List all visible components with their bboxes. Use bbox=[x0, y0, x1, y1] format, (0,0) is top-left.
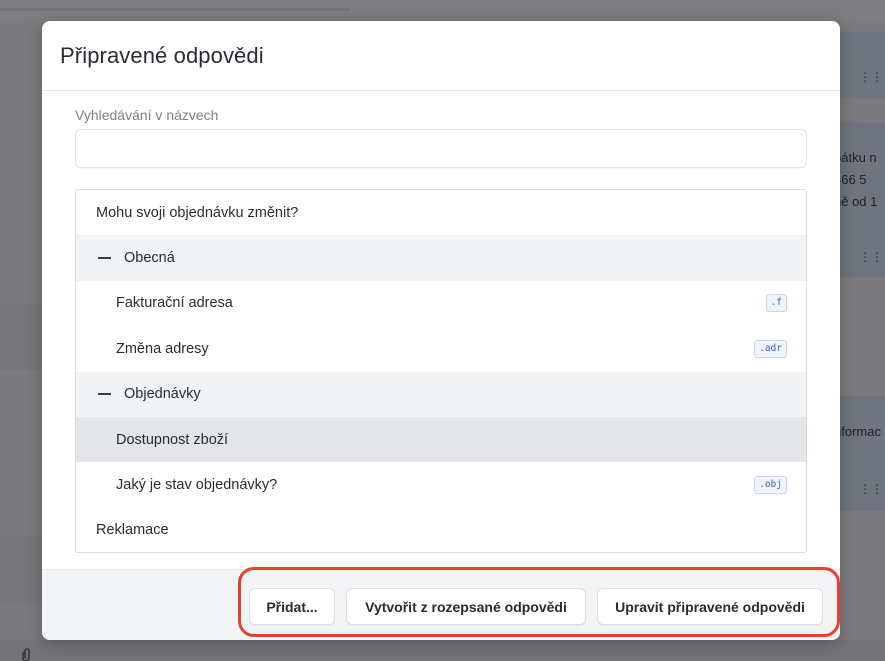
list-item-label: Mohu svoji objednávku změnit? bbox=[96, 204, 299, 221]
dialog-header: Připravené odpovědi bbox=[42, 21, 840, 91]
search-input[interactable] bbox=[75, 129, 807, 168]
list-item[interactable]: Změna adresy .adr bbox=[76, 326, 806, 371]
edit-responses-button[interactable]: Upravit připravené odpovědi bbox=[597, 588, 823, 625]
background-card-text: ně od 1 bbox=[834, 194, 878, 209]
list-item-label: Obecná bbox=[124, 250, 175, 267]
list-item-label: Dostupnost zboží bbox=[116, 431, 229, 448]
background-card-text: nformac bbox=[834, 424, 881, 439]
list-item-label: Jaký je stav objednávky? bbox=[116, 477, 278, 494]
list-item[interactable]: Fakturační adresa .f bbox=[76, 281, 806, 326]
list-item-label: Fakturační adresa bbox=[116, 295, 233, 312]
responses-list: Mohu svoji objednávku změnit? Obecná Faktu… bbox=[75, 189, 807, 553]
list-item[interactable]: Mohu svoji objednávku změnit? bbox=[76, 190, 806, 235]
drag-handle-icon: ⋮⋮ bbox=[859, 482, 883, 496]
list-item[interactable]: Jaký je stav objednávky? .obj bbox=[76, 462, 806, 507]
create-from-draft-button[interactable]: Vytvořit z rozepsané odpovědi bbox=[346, 588, 586, 625]
list-item-label: Objednávky bbox=[124, 386, 201, 403]
background-strip bbox=[0, 535, 42, 605]
background-topbar bbox=[0, 0, 885, 22]
paperclip-icon bbox=[20, 648, 32, 661]
list-item-label: Reklamace bbox=[96, 522, 169, 539]
list-item-label: Změna adresy bbox=[116, 340, 209, 357]
background-strip bbox=[0, 305, 42, 370]
shortcut-badge: .obj bbox=[754, 476, 787, 495]
drag-handle-icon: ⋮⋮ bbox=[859, 70, 883, 84]
add-button[interactable]: Přidat... bbox=[249, 588, 335, 625]
drag-handle-icon: ⋮⋮ bbox=[859, 250, 883, 264]
list-item[interactable]: Reklamace bbox=[76, 508, 806, 552]
background-card-text: pátku n bbox=[834, 150, 877, 165]
background-divider bbox=[0, 8, 350, 11]
list-item[interactable]: Dostupnost zboží bbox=[76, 416, 806, 463]
collapse-icon[interactable] bbox=[98, 257, 111, 260]
dialog-title: Připravené odpovědi bbox=[60, 42, 264, 68]
dialog-body: Vyhledávání v názvech Mohu svoji objedná… bbox=[42, 91, 840, 569]
shortcut-badge: .f bbox=[765, 294, 787, 313]
shortcut-badge: .adr bbox=[754, 339, 787, 358]
background-bottom-bar bbox=[0, 640, 885, 661]
collapse-icon[interactable] bbox=[98, 393, 111, 396]
list-group-header[interactable]: Obecná bbox=[76, 235, 806, 281]
search-label: Vyhledávání v názvech bbox=[75, 107, 219, 123]
dialog-footer: Přidat... Vytvořit z rozepsané odpovědi … bbox=[42, 569, 840, 640]
list-group-header[interactable]: Objednávky bbox=[76, 371, 806, 417]
canned-responses-dialog: Připravené odpovědi Vyhledávání v názvec… bbox=[42, 21, 840, 640]
